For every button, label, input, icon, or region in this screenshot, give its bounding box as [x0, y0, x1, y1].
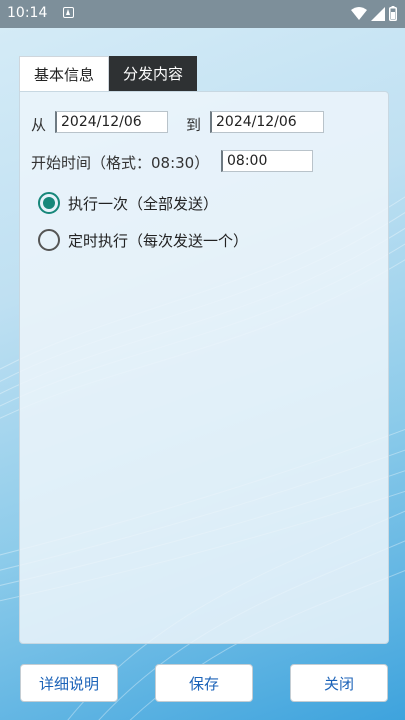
start-time-label: 开始时间（格式：08:30） — [31, 154, 210, 172]
wifi-icon — [351, 6, 367, 20]
basic-info-panel: 从 到 开始时间（格式：08:30） 执行一次（全部发送） 定时执行（每次发送一… — [19, 91, 389, 644]
details-button[interactable]: 详细说明 — [20, 664, 118, 702]
tab-bar: 基本信息 分发内容 — [19, 56, 198, 91]
status-bar: 10:14 — [0, 0, 405, 28]
tab-distribution-content-label: 分发内容 — [123, 65, 184, 83]
from-label: 从 — [31, 116, 47, 134]
radio-run-once-indicator[interactable] — [38, 192, 60, 214]
radio-run-once[interactable]: 执行一次（全部发送） — [38, 192, 218, 214]
to-date-input[interactable] — [210, 111, 324, 133]
notification-icon — [63, 7, 74, 18]
tab-basic-info-label: 基本信息 — [34, 65, 95, 84]
status-icons — [351, 6, 397, 21]
radio-run-once-label: 执行一次（全部发送） — [68, 194, 219, 213]
signal-icon — [371, 6, 385, 21]
close-button[interactable]: 关闭 — [290, 664, 388, 702]
start-time-input[interactable] — [221, 150, 313, 172]
radio-scheduled[interactable]: 定时执行（每次发送一个） — [38, 229, 248, 251]
radio-scheduled-label: 定时执行（每次发送一个） — [68, 231, 249, 250]
battery-icon — [389, 6, 397, 21]
tab-distribution-content[interactable]: 分发内容 — [109, 56, 198, 91]
tab-basic-info[interactable]: 基本信息 — [19, 56, 110, 91]
to-label: 到 — [186, 116, 202, 134]
radio-scheduled-indicator[interactable] — [38, 229, 60, 251]
from-date-input[interactable] — [55, 111, 168, 133]
status-time: 10:14 — [7, 5, 48, 21]
save-button[interactable]: 保存 — [155, 664, 253, 702]
